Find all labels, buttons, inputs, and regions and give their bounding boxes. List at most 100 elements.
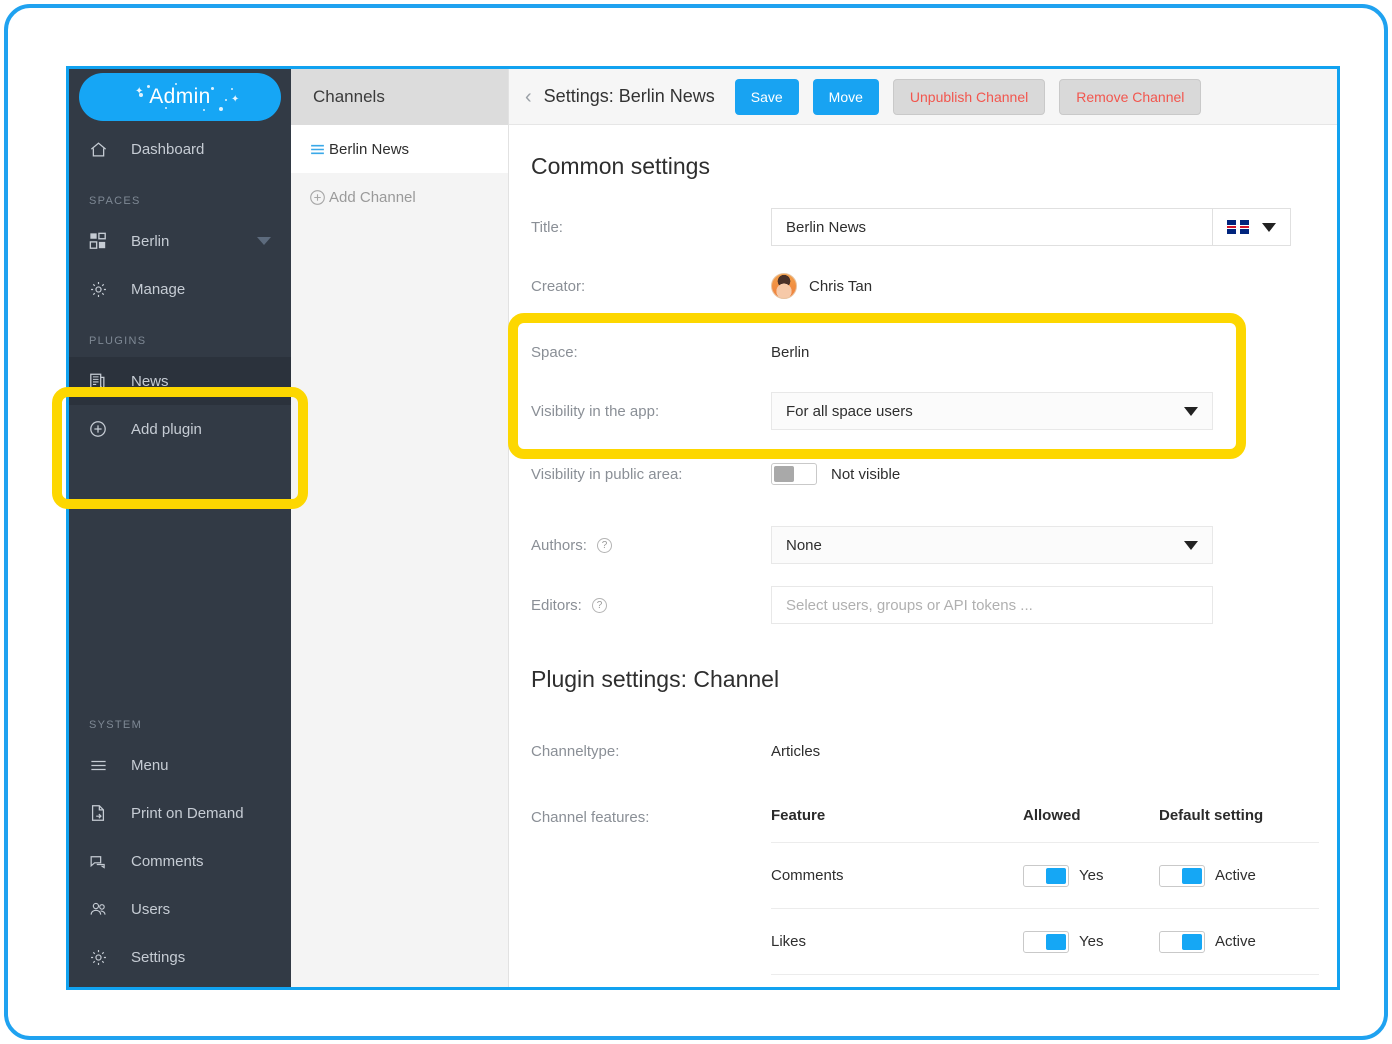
channeltype-value: Articles xyxy=(771,742,821,760)
help-icon[interactable]: ? xyxy=(597,538,613,554)
field-authors: Authors: ? None xyxy=(531,526,1297,564)
visibility-app-select[interactable]: For all space users xyxy=(771,392,1213,430)
chevron-down-icon xyxy=(1184,406,1198,416)
field-channeltype: Channeltype: Articles xyxy=(531,733,1297,769)
sidebar-item-label: Add plugin xyxy=(131,420,202,438)
sidebar-item-users[interactable]: Users xyxy=(69,885,291,933)
field-editors: Editors: ? Select users, groups or API t… xyxy=(531,586,1297,624)
field-label: Creator: xyxy=(531,277,586,295)
sidebar-logo-area: ✦ ✦ Admin xyxy=(69,69,291,125)
sidebar-item-settings[interactable]: Settings xyxy=(69,933,291,981)
page-title: Settings: Berlin News xyxy=(543,86,715,106)
field-visibility-app: Visibility in the app: For all space use… xyxy=(531,392,1297,430)
uk-flag-icon xyxy=(1227,220,1250,234)
sidebar-item-label: Comments xyxy=(131,852,204,870)
sidebar-item-add-plugin[interactable]: Add plugin xyxy=(69,405,291,453)
sparkle-icon: ✦ xyxy=(135,86,144,97)
visibility-app-value: For all space users xyxy=(786,402,913,420)
channels-panel-title: Channels xyxy=(291,69,508,125)
sidebar-item-print-on-demand[interactable]: Print on Demand xyxy=(69,789,291,837)
field-control: None xyxy=(771,526,1297,564)
field-label: Authors: ? xyxy=(531,537,771,554)
sparkle-icon xyxy=(219,107,223,111)
language-select[interactable] xyxy=(1213,208,1291,246)
default-state-label: Active xyxy=(1215,933,1256,950)
field-control: Select users, groups or API tokens ... xyxy=(771,586,1297,624)
sidebar-section-system: SYSTEM xyxy=(89,719,143,731)
app-window: ✦ ✦ Admin Dashboard SPACES Berlin Manage… xyxy=(66,66,1340,990)
default-setting-toggle[interactable] xyxy=(1159,930,1205,953)
field-control: Not visible xyxy=(771,463,1297,485)
default-state-label: Active xyxy=(1215,867,1256,884)
channel-features-table: Feature Allowed Default setting Comments… xyxy=(771,807,1319,975)
save-button[interactable]: Save xyxy=(734,78,799,115)
channel-item-berlin-news[interactable]: Berlin News xyxy=(291,125,508,173)
sidebar-item-dashboard[interactable]: Dashboard xyxy=(69,125,291,173)
admin-logo-label: Admin xyxy=(149,85,211,108)
field-label: Title: xyxy=(531,218,563,236)
visibility-public-toggle[interactable] xyxy=(771,463,817,485)
chevron-left-icon[interactable]: ‹ xyxy=(525,87,532,107)
field-label: Channel features: xyxy=(531,809,650,826)
title-input[interactable]: Berlin News xyxy=(771,208,1213,246)
field-label: Channeltype: xyxy=(531,742,620,760)
feature-name: Likes xyxy=(771,933,807,950)
sidebar: ✦ ✦ Admin Dashboard SPACES Berlin Manage… xyxy=(69,69,291,987)
chevron-down-icon xyxy=(1184,540,1198,550)
default-setting-toggle[interactable] xyxy=(1159,864,1205,887)
sidebar-item-menu[interactable]: Menu xyxy=(69,741,291,789)
allowed-toggle[interactable] xyxy=(1023,864,1069,887)
sidebar-item-berlin[interactable]: Berlin xyxy=(69,217,291,265)
sparkle-icon xyxy=(225,99,227,101)
sidebar-item-manage[interactable]: Manage xyxy=(69,265,291,313)
sidebar-item-label: Menu xyxy=(131,756,169,774)
field-label: Visibility in public area: xyxy=(531,465,683,483)
remove-channel-button[interactable]: Remove Channel xyxy=(1059,78,1202,115)
sidebar-system-block: SYSTEM Menu Print on Demand Comments Use… xyxy=(69,697,291,981)
channel-item-label: Berlin News xyxy=(329,140,410,158)
field-control: Chris Tan xyxy=(771,273,1297,299)
grid-icon xyxy=(89,231,115,251)
move-button[interactable]: Move xyxy=(812,78,879,115)
field-label: Visibility in the app: xyxy=(531,402,660,420)
print-export-icon xyxy=(89,803,115,823)
unpublish-channel-button[interactable]: Unpublish Channel xyxy=(892,78,1046,115)
feature-default-cell: Active xyxy=(1159,930,1319,953)
field-control: Feature Allowed Default setting Comments… xyxy=(771,807,1319,975)
plugin-settings-heading: Plugin settings: Channel xyxy=(531,666,780,692)
table-row: Comments Yes Active xyxy=(771,842,1319,908)
sparkle-icon xyxy=(203,109,205,111)
allowed-toggle[interactable] xyxy=(1023,930,1069,953)
admin-logo[interactable]: ✦ ✦ Admin xyxy=(79,73,281,121)
feature-name: Comments xyxy=(771,867,844,884)
editors-input[interactable]: Select users, groups or API tokens ... xyxy=(771,586,1213,624)
sidebar-item-news[interactable]: News xyxy=(69,357,291,405)
chevron-down-icon[interactable] xyxy=(257,237,271,245)
field-title: Title: Berlin News xyxy=(531,208,1297,246)
gear-icon xyxy=(89,947,115,967)
creator-name: Chris Tan xyxy=(809,277,873,295)
field-control: For all space users xyxy=(771,392,1297,430)
channel-item-add-channel[interactable]: Add Channel xyxy=(291,173,508,221)
sidebar-nav: Dashboard SPACES Berlin Manage PLUGINS N… xyxy=(69,125,291,987)
column-header-feature: Feature xyxy=(771,807,826,824)
sidebar-item-label: News xyxy=(131,372,169,390)
users-icon xyxy=(89,899,115,919)
sidebar-item-label: Settings xyxy=(131,948,186,966)
allowed-state-label: Yes xyxy=(1079,867,1104,884)
sidebar-item-label: Print on Demand xyxy=(131,804,244,822)
screenshot-frame: ✦ ✦ Admin Dashboard SPACES Berlin Manage… xyxy=(4,4,1388,1040)
feature-default-cell: Active xyxy=(1159,864,1319,887)
feature-allowed-cell: Yes xyxy=(1023,930,1159,953)
field-channel-features: Channel features: Feature Allowed Defaul… xyxy=(531,807,1319,975)
sparkle-icon xyxy=(231,88,233,90)
help-icon[interactable]: ? xyxy=(592,598,608,614)
field-control: Berlin News xyxy=(771,208,1297,246)
authors-select[interactable]: None xyxy=(771,526,1213,564)
feature-allowed-cell: Yes xyxy=(1023,864,1159,887)
field-visibility-public: Visibility in public area: Not visible xyxy=(531,456,1297,492)
avatar xyxy=(771,273,797,299)
sidebar-item-comments[interactable]: Comments xyxy=(69,837,291,885)
list-lines-icon xyxy=(305,141,329,158)
field-creator: Creator: Chris Tan xyxy=(531,268,1297,304)
